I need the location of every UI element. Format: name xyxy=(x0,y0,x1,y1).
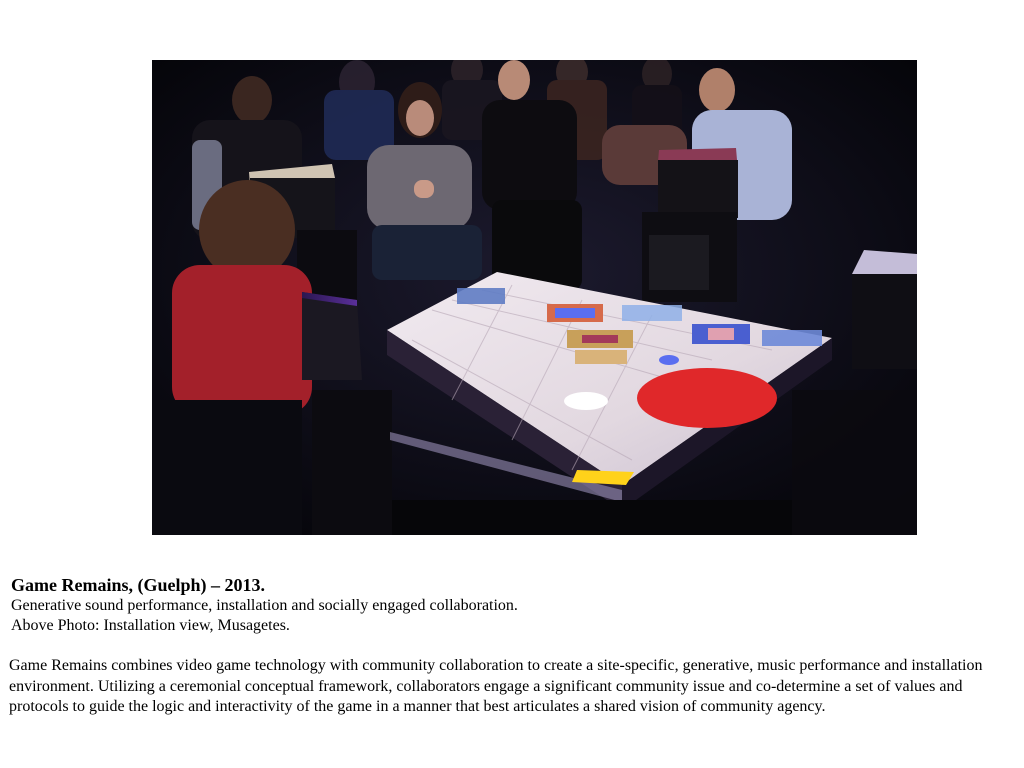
red-circle xyxy=(637,368,777,428)
speaker-far-right xyxy=(852,250,917,369)
caption-title: Game Remains, (Guelph) – 2013. xyxy=(11,575,265,595)
photo-caption: Game Remains, (Guelph) – 2013. Generativ… xyxy=(11,574,1011,636)
caption-subtitle: Generative sound performance, installati… xyxy=(11,597,518,614)
foreground-shadow-right xyxy=(792,390,917,535)
white-dot xyxy=(564,392,608,410)
installation-photo xyxy=(152,60,917,535)
blue-dot xyxy=(659,355,679,365)
caption-credit: Above Photo: Installation view, Musagete… xyxy=(11,617,290,634)
installation-photo-illustration xyxy=(152,60,917,535)
project-description: Game Remains combines video game technol… xyxy=(9,657,983,715)
